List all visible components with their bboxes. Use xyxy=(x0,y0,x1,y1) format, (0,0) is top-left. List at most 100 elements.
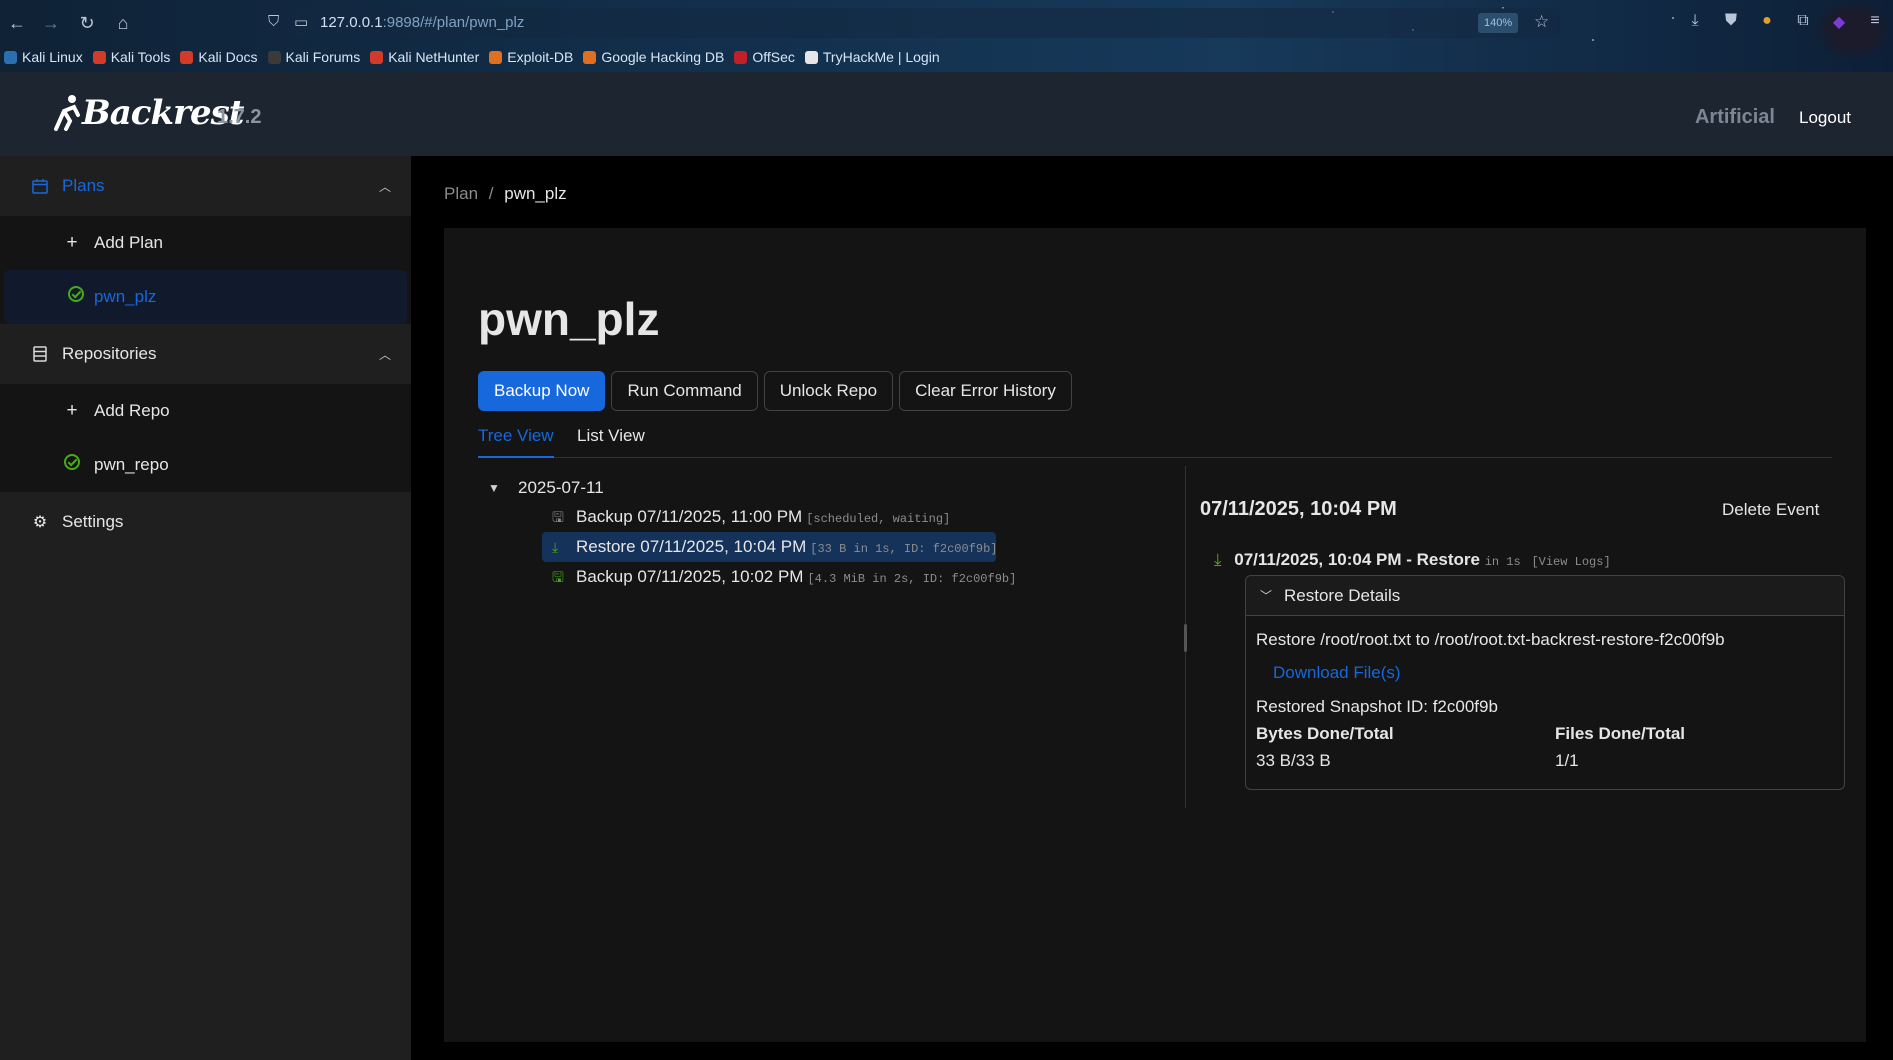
offsec-icon xyxy=(734,50,748,64)
tree-date-node[interactable]: ▼ 2025-07-11 xyxy=(478,474,1038,502)
sidebar-item-label: Add Plan xyxy=(94,233,163,252)
zoom-level-badge[interactable]: 140% xyxy=(1478,13,1519,33)
browser-toolbar: ← → ↻ ⌂ ⛉ ▭ 127.0.0.1:9898/#/plan/pwn_pl… xyxy=(0,0,1893,72)
operation-summary: ⤓ 07/11/2025, 10:04 PM - Restore in 1s [… xyxy=(1214,550,1611,570)
shield-icon: ⛉ xyxy=(268,13,280,30)
event-detail-title: 07/11/2025, 10:04 PM xyxy=(1200,498,1397,520)
sidebar-item-label: pwn_repo xyxy=(94,455,169,474)
download-icon: ⤓ xyxy=(1214,550,1222,569)
sidebar-group-repositories[interactable]: Repositories ︿ xyxy=(0,324,411,384)
unlock-repo-button[interactable]: Unlock Repo xyxy=(763,371,894,411)
sidebar-group-label: Plans xyxy=(62,176,105,195)
url-bar[interactable]: ⛉ ▭ 127.0.0.1:9898/#/plan/pwn_plz 140% ☆ xyxy=(258,8,1560,38)
files-label: Files Done/Total xyxy=(1555,724,1686,743)
check-circle-icon xyxy=(66,286,86,308)
tab-list-view[interactable]: List View xyxy=(577,426,645,458)
download-files-link[interactable]: Download File(s) xyxy=(1273,663,1401,683)
bookmark-star-icon[interactable]: ☆ xyxy=(1534,12,1549,32)
breadcrumb-root[interactable]: Plan xyxy=(444,184,478,203)
tab-tree-view[interactable]: Tree View xyxy=(478,426,554,458)
sidebar-group-label: Repositories xyxy=(62,344,157,363)
chevron-down-icon: ﹀ xyxy=(1260,589,1273,603)
bookmark-exploit-db[interactable]: Exploit-DB xyxy=(489,49,573,65)
sidebar-item-add-repo[interactable]: + Add Repo xyxy=(0,384,411,438)
bookmark-kali-nethunter[interactable]: Kali NetHunter xyxy=(370,49,479,65)
puzzle-icon[interactable]: ⧉ xyxy=(1792,12,1814,30)
page-title: pwn_plz xyxy=(478,293,660,345)
instance-name: Artificial xyxy=(1694,106,1775,128)
plans-submenu: + Add Plan pwn_plz xyxy=(0,216,411,324)
bytes-value: 33 B/33 B xyxy=(1256,751,1331,770)
backup-now-button[interactable]: Backup Now xyxy=(478,371,606,411)
tryhackme-icon xyxy=(804,50,818,64)
event-label: Backup 07/11/2025, 11:00 PM xyxy=(576,507,803,526)
app-header: Backrest 1.7.2 Artificial Logout xyxy=(0,72,1893,156)
plus-icon: + xyxy=(66,400,78,421)
bytes-label: Bytes Done/Total xyxy=(1256,724,1394,743)
sidebar: Plans ︿ + Add Plan pwn_plz Repositories … xyxy=(0,156,411,1060)
kali-forums-icon xyxy=(267,50,281,64)
back-icon[interactable]: ← xyxy=(4,10,30,36)
gear-icon: ⚙ xyxy=(32,514,48,531)
restore-path-text: Restore /root/root.txt to /root/root.txt… xyxy=(1256,630,1725,649)
tree-event-backup-scheduled[interactable]: 🖫 Backup 07/11/2025, 11:00 PM [scheduled,… xyxy=(542,502,1038,532)
tree-date-label: 2025-07-11 xyxy=(518,478,604,497)
run-command-button[interactable]: Run Command xyxy=(611,371,758,411)
delete-event-button[interactable]: Delete Event xyxy=(1722,500,1819,520)
sidebar-item-pwn-plz[interactable]: pwn_plz xyxy=(4,270,407,324)
sidebar-item-settings[interactable]: ⚙ Settings xyxy=(0,492,411,552)
extension-icon[interactable]: ● xyxy=(1756,12,1778,30)
check-circle-icon xyxy=(62,454,82,476)
sidebar-item-pwn-repo[interactable]: pwn_repo xyxy=(0,438,411,492)
plus-icon: + xyxy=(66,232,78,253)
bookmark-kali-linux[interactable]: Kali Linux xyxy=(4,49,83,65)
view-logs-link[interactable]: [View Logs] xyxy=(1531,555,1610,569)
operation-duration: in 1s xyxy=(1484,555,1521,569)
nethunter-icon xyxy=(370,50,384,64)
caret-down-icon[interactable]: ▼ xyxy=(488,474,500,502)
runner-logo-icon xyxy=(54,95,80,131)
sidebar-item-label: pwn_plz xyxy=(94,287,157,306)
operation-tree: ▼ 2025-07-11 🖫 Backup 07/11/2025, 11:00 … xyxy=(478,474,1038,592)
event-label: Restore 07/11/2025, 10:04 PM xyxy=(576,537,807,556)
sidebar-item-label: Settings xyxy=(62,512,124,531)
bookmark-kali-forums[interactable]: Kali Forums xyxy=(267,49,360,65)
sidebar-item-label: Add Repo xyxy=(94,401,170,420)
operation-title: 07/11/2025, 10:04 PM - Restore xyxy=(1234,550,1480,569)
downloads-icon[interactable]: ⤓ xyxy=(1684,12,1706,30)
restore-details-body: Restore /root/root.txt to /root/root.txt… xyxy=(1246,616,1844,770)
logout-link[interactable]: Logout xyxy=(1799,108,1851,128)
shield-extension-icon[interactable]: ⛊ xyxy=(1720,12,1742,30)
tree-event-backup-done[interactable]: 🖫 Backup 07/11/2025, 10:02 PM [4.3 MiB in… xyxy=(542,562,1038,592)
save-icon: 🖫 xyxy=(552,569,564,585)
menu-icon[interactable]: ≡ xyxy=(1864,12,1886,30)
tree-event-restore[interactable]: ⤓ Restore 07/11/2025, 10:04 PM [33 B in 1… xyxy=(542,532,998,562)
sidebar-group-plans[interactable]: Plans ︿ xyxy=(0,156,411,216)
home-icon[interactable]: ⌂ xyxy=(110,10,136,36)
download-icon: ⤓ xyxy=(552,539,559,555)
breadcrumb-current: pwn_plz xyxy=(504,184,567,203)
bookmark-offsec[interactable]: OffSec xyxy=(734,49,795,65)
exploit-db-icon xyxy=(489,50,503,64)
event-meta: [33 B in 1s, ID: f2c00f9b] xyxy=(810,542,998,556)
split-resize-handle[interactable] xyxy=(1184,624,1187,652)
sidebar-item-add-plan[interactable]: + Add Plan xyxy=(0,216,411,270)
clear-error-history-button[interactable]: Clear Error History xyxy=(899,371,1072,411)
bookmark-kali-docs[interactable]: Kali Docs xyxy=(180,49,258,65)
bookmark-kali-tools[interactable]: Kali Tools xyxy=(92,49,170,65)
bookmark-tryhackme[interactable]: TryHackMe | Login xyxy=(804,49,940,65)
save-icon: 🖫 xyxy=(552,509,564,525)
database-icon xyxy=(30,344,50,364)
panel-title: Restore Details xyxy=(1284,585,1401,605)
main-content: Plan / pwn_plz pwn_plz Backup Now Run Co… xyxy=(411,156,1893,1060)
forward-icon[interactable]: → xyxy=(38,10,64,36)
event-meta: [scheduled, waiting] xyxy=(806,512,951,526)
files-value: 1/1 xyxy=(1555,751,1579,770)
event-meta: [4.3 MiB in 2s, ID: f2c00f9b] xyxy=(807,572,1017,586)
chevron-up-icon: ︿ xyxy=(378,180,391,194)
reload-icon[interactable]: ↻ xyxy=(74,10,100,36)
backrest-logo[interactable]: Backrest xyxy=(52,90,244,136)
restore-details-header[interactable]: ﹀ Restore Details xyxy=(1246,576,1844,616)
account-icon[interactable]: ◆ xyxy=(1828,12,1850,32)
bookmark-google-hacking-db[interactable]: Google Hacking DB xyxy=(583,49,724,65)
